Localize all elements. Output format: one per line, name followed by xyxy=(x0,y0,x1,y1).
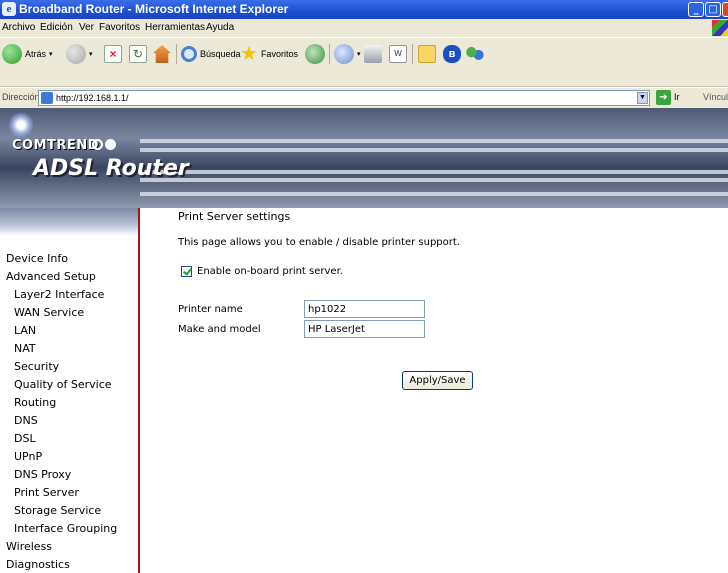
menu-ayuda[interactable]: Ayuda xyxy=(206,22,234,33)
enable-print-server-checkbox[interactable] xyxy=(181,266,192,277)
printer-icon xyxy=(364,45,382,63)
search-label: Búsqueda xyxy=(200,49,241,59)
toolbar: Atrás ▾ ▾ × ↻ Búsqueda ★ Favoritos ▾ W ʙ xyxy=(0,37,728,87)
nav-dns[interactable]: DNS xyxy=(14,414,38,427)
address-dropdown-icon[interactable]: ▼ xyxy=(637,92,648,104)
dropdown-arrow-icon: ▾ xyxy=(49,51,53,58)
address-label: Dirección xyxy=(2,92,40,102)
nav-lan[interactable]: LAN xyxy=(14,324,36,337)
nav-wan-service[interactable]: WAN Service xyxy=(14,306,84,319)
menu-favoritos[interactable]: Favoritos xyxy=(99,22,140,33)
mail-button[interactable]: ▾ xyxy=(334,42,361,66)
left-navigation: Device Info Advanced Setup Layer2 Interf… xyxy=(0,208,140,573)
search-icon xyxy=(181,46,197,62)
windows-logo-icon xyxy=(712,20,728,36)
dropdown-arrow-icon: ▾ xyxy=(89,51,93,58)
nav-dns-proxy[interactable]: DNS Proxy xyxy=(14,468,71,481)
mail-icon xyxy=(334,44,354,64)
favorites-button[interactable]: ★ Favoritos xyxy=(240,42,298,66)
forward-arrow-icon xyxy=(66,44,86,64)
home-button[interactable] xyxy=(153,42,171,66)
close-button[interactable] xyxy=(722,2,728,17)
nav-interface-grouping[interactable]: Interface Grouping xyxy=(14,522,117,535)
dropdown-arrow-icon: ▾ xyxy=(357,51,361,58)
print-button[interactable] xyxy=(364,42,382,66)
apply-save-button[interactable]: Apply/Save xyxy=(402,371,473,390)
comtrend-logo-icon xyxy=(8,112,34,138)
menu-herramientas[interactable]: Herramientas xyxy=(145,22,205,33)
nav-print-server[interactable]: Print Server xyxy=(14,486,79,499)
address-bar: Dirección http://192.168.1.1/ ▼ ➔ Ir Vín… xyxy=(0,88,728,108)
nav-wireless[interactable]: Wireless xyxy=(6,540,52,553)
brand-dots-icon xyxy=(92,139,118,153)
folder-button[interactable] xyxy=(418,42,436,66)
nav-diagnostics[interactable]: Diagnostics xyxy=(6,558,70,571)
go-arrow-icon[interactable]: ➔ xyxy=(656,90,671,105)
refresh-button[interactable]: ↻ xyxy=(129,42,147,66)
make-model-input[interactable] xyxy=(304,320,425,338)
nav-nat[interactable]: NAT xyxy=(14,342,36,355)
nav-routing[interactable]: Routing xyxy=(14,396,56,409)
nav-dsl[interactable]: DSL xyxy=(14,432,36,445)
internet-explorer-icon: e xyxy=(2,2,16,16)
nav-advanced-setup[interactable]: Advanced Setup xyxy=(6,270,96,283)
stop-icon: × xyxy=(104,45,122,63)
product-name: ADSL Router xyxy=(33,156,189,181)
nav-storage-service[interactable]: Storage Service xyxy=(14,504,101,517)
minimize-button[interactable]: _ xyxy=(688,2,704,17)
page-description: This page allows you to enable / disable… xyxy=(178,237,460,248)
history-icon xyxy=(305,44,325,64)
nav-upnp[interactable]: UPnP xyxy=(14,450,42,463)
window-titlebar: e Broadband Router - Microsoft Internet … xyxy=(0,0,728,19)
folder-icon xyxy=(418,45,436,63)
page-icon xyxy=(41,92,53,104)
address-url: http://192.168.1.1/ xyxy=(56,93,129,103)
links-button[interactable]: Vínculos xyxy=(703,92,728,102)
address-input[interactable]: http://192.168.1.1/ ▼ xyxy=(38,90,650,106)
nav-security[interactable]: Security xyxy=(14,360,59,373)
home-icon xyxy=(153,45,171,63)
word-icon: W xyxy=(389,45,407,63)
page-title: Print Server settings xyxy=(178,210,291,223)
make-model-label: Make and model xyxy=(178,324,261,335)
back-button[interactable]: Atrás ▾ xyxy=(2,42,53,66)
menu-edicion[interactable]: Edición xyxy=(40,22,73,33)
maximize-button[interactable]: □ xyxy=(705,2,721,17)
back-label: Atrás xyxy=(25,49,47,59)
nav-quality-of-service[interactable]: Quality of Service xyxy=(14,378,112,391)
favorites-label: Favoritos xyxy=(260,49,298,59)
menu-archivo[interactable]: Archivo xyxy=(2,22,35,33)
nav-layer2-interface[interactable]: Layer2 Interface xyxy=(14,288,104,301)
go-button[interactable]: Ir xyxy=(674,92,680,102)
window-title: Broadband Router - Microsoft Internet Ex… xyxy=(19,2,289,16)
back-arrow-icon xyxy=(2,44,22,64)
forward-button[interactable]: ▾ xyxy=(66,42,93,66)
bluetooth-button[interactable]: ʙ xyxy=(443,42,461,66)
printer-name-input[interactable] xyxy=(304,300,425,318)
edit-button[interactable]: W xyxy=(389,42,407,66)
main-content: Print Server settings This page allows y… xyxy=(140,208,728,573)
enable-print-server-label: Enable on-board print server. xyxy=(197,266,343,277)
menu-ver[interactable]: Ver xyxy=(79,22,94,33)
bluetooth-icon: ʙ xyxy=(443,45,461,63)
brand-name: COMTREND xyxy=(12,138,99,153)
messenger-icon xyxy=(466,45,484,63)
history-button[interactable] xyxy=(305,42,325,66)
refresh-icon: ↻ xyxy=(129,45,147,63)
search-button[interactable]: Búsqueda xyxy=(181,42,241,66)
star-icon: ★ xyxy=(240,43,258,65)
messenger-button[interactable] xyxy=(466,42,484,66)
stop-button[interactable]: × xyxy=(104,42,122,66)
printer-name-label: Printer name xyxy=(178,304,243,315)
nav-device-info[interactable]: Device Info xyxy=(6,252,68,265)
enable-print-server-row: Enable on-board print server. xyxy=(181,266,343,277)
router-banner: COMTREND ADSL Router xyxy=(0,108,728,208)
menu-bar: Archivo Edición Ver Favoritos Herramient… xyxy=(0,19,728,37)
